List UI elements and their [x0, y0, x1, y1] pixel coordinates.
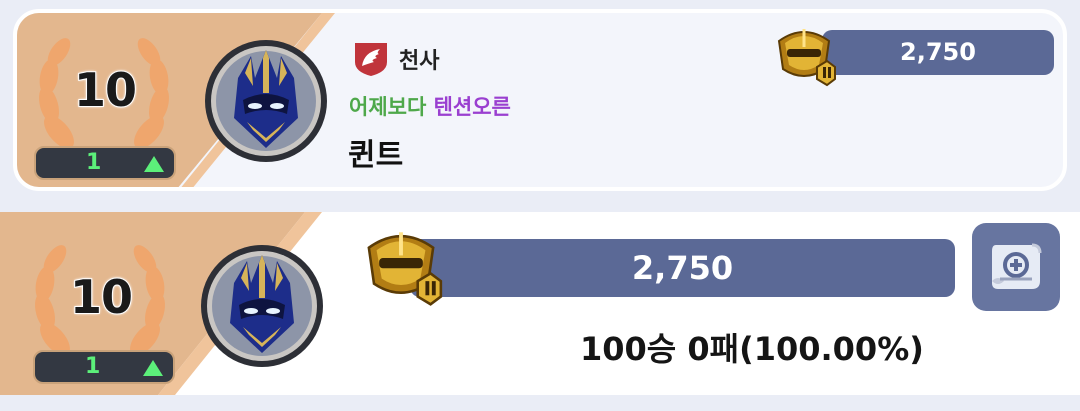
triangle-up-icon: [143, 360, 163, 376]
angel-wing-guild-icon: [355, 43, 387, 76]
gold-helmet-tier-icon: [367, 232, 443, 306]
triangle-up-icon: [144, 156, 164, 172]
title-part-purple: 텐션오른: [433, 95, 511, 119]
rank-number: 10: [73, 62, 138, 118]
score-bar: 2,750: [822, 30, 1054, 75]
rank-number: 10: [69, 269, 134, 325]
ranking-list-item[interactable]: 10 1 천사 어제보다 텐션오른 퀸트 2,750: [13, 9, 1067, 191]
title-part-green: 어제보다: [349, 95, 427, 119]
battle-record-button[interactable]: [972, 223, 1060, 311]
player-name: 퀸트: [348, 138, 404, 173]
rank-change-value: 1: [85, 354, 101, 379]
scroll-record-icon: [992, 243, 1042, 289]
rank-change-value: 1: [86, 150, 102, 175]
knight-helmet-avatar[interactable]: [203, 38, 329, 164]
knight-helmet-avatar[interactable]: [199, 243, 325, 369]
score-bar: 2,750: [410, 239, 955, 297]
rank-change-badge: 1: [33, 350, 175, 384]
rank-change-badge: 1: [34, 146, 176, 180]
gold-helmet-tier-icon: [777, 29, 836, 87]
guild-name: 천사: [399, 49, 440, 74]
win-loss-record: 100승 0패(100.00%): [580, 330, 924, 368]
my-ranking-detail: 10 1 2,750 100승 0패(100.00%): [0, 212, 1080, 395]
player-title: 어제보다 텐션오른: [349, 91, 511, 121]
